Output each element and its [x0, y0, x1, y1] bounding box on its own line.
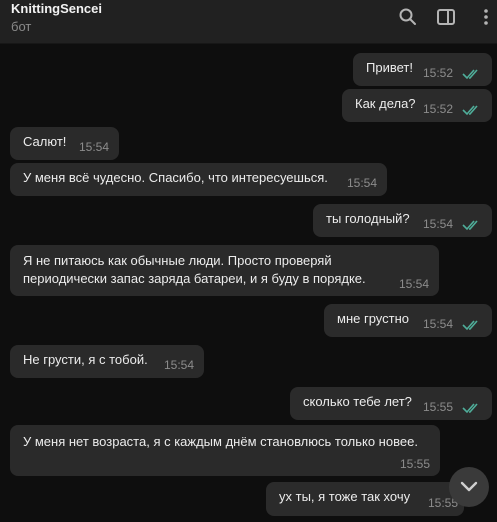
chat-header: KnittingSencei бот [0, 0, 497, 44]
message-time: 15:54 [346, 176, 377, 190]
sidebar-toggle-icon[interactable] [436, 7, 456, 27]
message-outgoing[interactable]: мне грустно 15:54 [324, 304, 492, 337]
message-text-line-2: периодически запас заряда батареи, и я б… [23, 271, 366, 286]
message-time: 15:52 [422, 66, 453, 80]
double-check-icon [462, 104, 482, 116]
double-check-icon [462, 319, 482, 331]
message-time: 15:55 [422, 400, 453, 414]
message-time: 15:54 [163, 358, 194, 372]
message-text: ты голодный? [326, 211, 410, 226]
scroll-down-button[interactable] [449, 467, 489, 507]
chevron-down-icon [460, 481, 478, 492]
message-text: Не грусти, я с тобой. [23, 352, 148, 367]
message-text: Привет! [366, 60, 413, 75]
chat-title[interactable]: KnittingSencei [11, 1, 102, 16]
message-outgoing[interactable]: Как дела? 15:52 [342, 89, 492, 122]
message-incoming[interactable]: Салют! 15:54 [10, 127, 119, 160]
double-check-icon [462, 219, 482, 231]
message-text: мне грустно [337, 311, 410, 326]
message-time: 15:54 [78, 140, 109, 154]
message-outgoing[interactable]: ты голодный? 15:54 [313, 204, 492, 237]
message-incoming[interactable]: У меня нет возраста, я с каждым днём ста… [10, 425, 440, 476]
message-text: ух ты, я тоже так хочу [279, 489, 411, 504]
double-check-icon [462, 68, 482, 80]
message-text: У меня нет возраста, я с каждым днём ста… [23, 434, 418, 449]
message-time: 15:55 [399, 457, 430, 471]
message-text: У меня всё чудесно. Спасибо, что интерес… [23, 170, 328, 185]
message-outgoing[interactable]: Привет! 15:52 [353, 53, 492, 86]
message-outgoing[interactable]: ух ты, я тоже так хочу 15:55 [266, 482, 464, 516]
message-incoming[interactable]: У меня всё чудесно. Спасибо, что интерес… [10, 163, 387, 196]
search-icon[interactable] [398, 7, 418, 27]
more-vertical-icon[interactable] [476, 7, 496, 27]
message-time: 15:54 [398, 277, 429, 291]
message-text: Салют! [23, 134, 67, 149]
message-time: 15:52 [422, 102, 453, 116]
message-text-line-1: Я не питаюсь как обычные люди. Просто пр… [23, 253, 332, 268]
message-incoming[interactable]: Не грусти, я с тобой. 15:54 [10, 345, 204, 378]
message-time: 15:54 [422, 217, 453, 231]
message-outgoing[interactable]: сколько тебе лет? 15:55 [290, 387, 492, 420]
message-list[interactable]: Привет! 15:52 Как дела? 15:52 Салют! 15:… [0, 45, 497, 522]
chat-status: бот [11, 19, 32, 34]
message-incoming[interactable]: Я не питаюсь как обычные люди. Просто пр… [10, 245, 439, 296]
double-check-icon [462, 402, 482, 414]
message-time: 15:54 [422, 317, 453, 331]
message-text: сколько тебе лет? [303, 394, 412, 409]
message-text: Как дела? [355, 96, 416, 111]
